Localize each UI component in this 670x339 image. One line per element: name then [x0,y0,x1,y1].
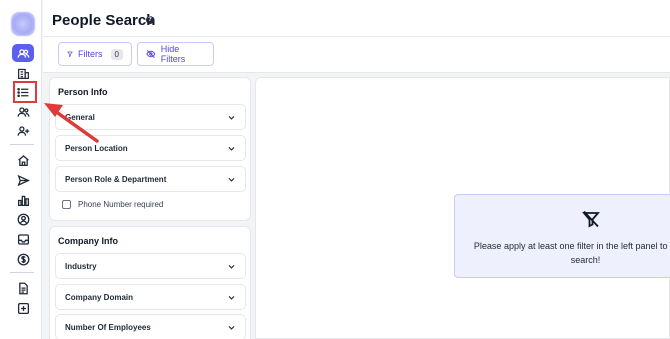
inbox-icon[interactable] [12,230,34,248]
accordion-person-role-department[interactable]: Person Role & Department [55,166,246,192]
toolbar: Filters 0 Hide Filters [43,37,670,73]
document-icon[interactable] [12,279,34,297]
filter-off-icon [582,210,600,228]
chevron-down-icon [228,115,235,120]
accordion-industry[interactable]: Industry [55,253,246,279]
company-info-title: Company Info [58,236,118,246]
empty-state-message: Please apply at least one filter in the … [473,241,670,265]
results-area: Please apply at least one filter in the … [255,77,670,339]
people-search-icon[interactable] [12,44,34,62]
accordion-label: Industry [65,261,97,271]
accordion-company-domain[interactable]: Company Domain [55,284,246,310]
phone-required-checkbox[interactable] [62,200,71,209]
hide-filters-label: Hide Filters [160,44,186,64]
chevron-down-icon [228,264,235,269]
empty-state-card: Please apply at least one filter in the … [454,194,670,278]
accordion-number-of-employees[interactable]: Number Of Employees [55,314,246,339]
dollar-icon[interactable] [12,250,34,268]
filters-button[interactable]: Filters 0 [58,42,132,66]
send-icon[interactable] [12,171,34,189]
building-icon[interactable] [12,64,34,82]
page-title: People Search [52,12,156,29]
accordion-general[interactable]: General [55,104,246,130]
users-icon[interactable] [12,103,34,121]
accordion-label: Person Role & Department [65,174,167,184]
eye-off-icon [146,50,156,58]
chevron-down-icon [228,146,235,151]
annotation-highlight-box [13,81,37,103]
bar-chart-icon[interactable] [12,191,34,209]
hide-filters-button[interactable]: Hide Filters [137,42,214,66]
accordion-label: General [65,112,95,122]
user-circle-icon[interactable] [12,210,34,228]
phone-required-label: Phone Number required [78,200,164,209]
phone-required-row[interactable]: Phone Number required [62,200,163,209]
accordion-person-location[interactable]: Person Location [55,135,246,161]
plus-square-icon[interactable] [12,299,34,317]
chevron-down-icon [228,177,235,182]
company-info-panel: Company Info Industry Company Domain Num… [49,226,251,339]
person-info-panel: Person Info General Person Location Pers… [49,77,251,221]
filter-icon [67,51,73,57]
sidebar-divider [10,272,34,273]
accordion-label: Person Location [65,143,128,153]
app-logo[interactable] [11,12,35,36]
chevron-down-icon [228,325,235,330]
question-circle-icon[interactable]: ? [146,16,154,24]
sidebar [0,0,42,339]
filters-count-badge: 0 [110,48,123,60]
chevron-down-icon [228,295,235,300]
user-plus-icon[interactable] [12,122,34,140]
person-info-title: Person Info [58,87,108,97]
home-icon[interactable] [12,151,34,169]
page-header: People Search ? [43,0,670,37]
accordion-label: Number Of Employees [65,322,151,332]
sidebar-divider [10,144,34,145]
accordion-label: Company Domain [65,292,134,302]
filters-label: Filters [78,49,103,59]
